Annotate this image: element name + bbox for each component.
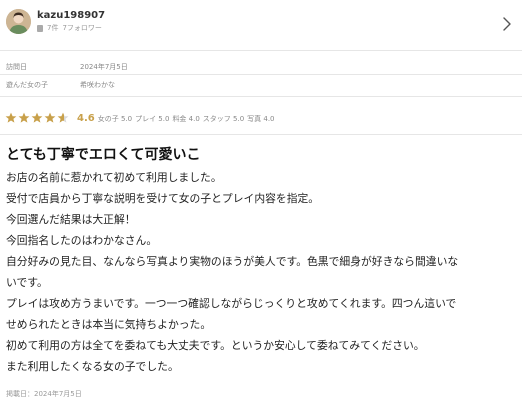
rating-score: 4.6 bbox=[77, 112, 95, 124]
review-body: お店の名前に惹かれて初めて利用しました。受付で店員から丁寧な説明を受けて女の子と… bbox=[6, 167, 512, 377]
review-line: 初めて利用の方は全てを委ねても大丈夫です。というか安心して委ねてみてください。 bbox=[6, 339, 425, 352]
follower-count: 7フォロワー bbox=[62, 24, 102, 32]
chevron-right-icon[interactable] bbox=[502, 16, 512, 32]
posted-date: 掲載日：2024年7月5日 bbox=[6, 390, 82, 398]
sub-score-value: 5.0 bbox=[118, 115, 133, 123]
sub-score-label: スタッフ bbox=[202, 115, 231, 123]
review-line: せめられたときは本当に気持ちよかった。 bbox=[6, 318, 212, 331]
sub-score: 写真 4.0 bbox=[247, 114, 274, 124]
girl-value: 希咲わかな bbox=[80, 81, 115, 89]
sub-score-label: プレイ bbox=[135, 115, 157, 123]
sub-score-value: 4.0 bbox=[186, 115, 200, 123]
sub-score-value: 5.0 bbox=[156, 115, 170, 123]
star-icon bbox=[57, 112, 69, 124]
girl-label: 遊んだ女の子 bbox=[6, 81, 48, 89]
review-line: また利用したくなる女の子でした。 bbox=[6, 360, 179, 373]
sub-score: スタッフ 5.0 bbox=[203, 114, 244, 124]
sub-score: 女の子 5.0 bbox=[98, 114, 132, 124]
review-title: とても丁寧でエロくて可愛いこ bbox=[6, 147, 201, 163]
star-rating bbox=[5, 112, 69, 124]
review-line: 自分好みの見た目、なんなら写真より実物のほうが美人です。色黒で細身が好きなら間違… bbox=[6, 255, 459, 268]
review-line: お店の名前に惹かれて初めて利用しました。 bbox=[6, 171, 222, 184]
sub-score-value: 4.0 bbox=[261, 115, 275, 123]
avatar bbox=[6, 9, 31, 34]
visit-date-label: 訪問日 bbox=[6, 63, 27, 71]
visit-date-value: 2024年7月5日 bbox=[80, 63, 128, 71]
review-line: 受付で店員から丁寧な説明を受けて女の子とプレイ内容を指定。 bbox=[6, 192, 320, 205]
username[interactable]: kazu198907 bbox=[37, 9, 105, 22]
post-count: 7件 bbox=[47, 24, 59, 32]
review-line: 今回指名したのはわかなさん。 bbox=[6, 234, 158, 247]
sub-score-value: 5.0 bbox=[230, 115, 245, 123]
star-icon bbox=[5, 112, 17, 124]
divider bbox=[0, 96, 522, 97]
divider bbox=[0, 74, 522, 75]
sub-score: 料金 4.0 bbox=[172, 114, 199, 124]
rating-row: 4.6 女の子 5.0 プレイ 5.0 料金 4.0 スタッフ 5.0 写真 4.0 bbox=[5, 110, 275, 126]
sub-score-label: 料金 bbox=[172, 115, 187, 123]
star-icon bbox=[44, 112, 56, 124]
sub-scores: 女の子 5.0 プレイ 5.0 料金 4.0 スタッフ 5.0 写真 4.0 bbox=[98, 114, 275, 124]
user-meta: 7件 7フォロワー bbox=[37, 23, 102, 33]
star-icon bbox=[31, 112, 43, 124]
user-profile-row[interactable]: kazu198907 7件 7フォロワー bbox=[0, 0, 522, 50]
post-count-icon bbox=[37, 24, 43, 32]
sub-score-label: 女の子 bbox=[97, 115, 119, 123]
star-icon bbox=[18, 112, 30, 124]
sub-score: プレイ 5.0 bbox=[135, 114, 169, 124]
review-line: いです。 bbox=[6, 276, 48, 289]
sub-score-label: 写真 bbox=[247, 115, 262, 123]
divider bbox=[0, 50, 522, 51]
review-line: 今回選んだ結果は大正解！ bbox=[6, 213, 136, 226]
review-line: プレイは攻め方うまいです。一つ一つ確認しながらじっくりと攻めてくれます。四つん這… bbox=[6, 297, 457, 310]
divider bbox=[0, 134, 522, 135]
